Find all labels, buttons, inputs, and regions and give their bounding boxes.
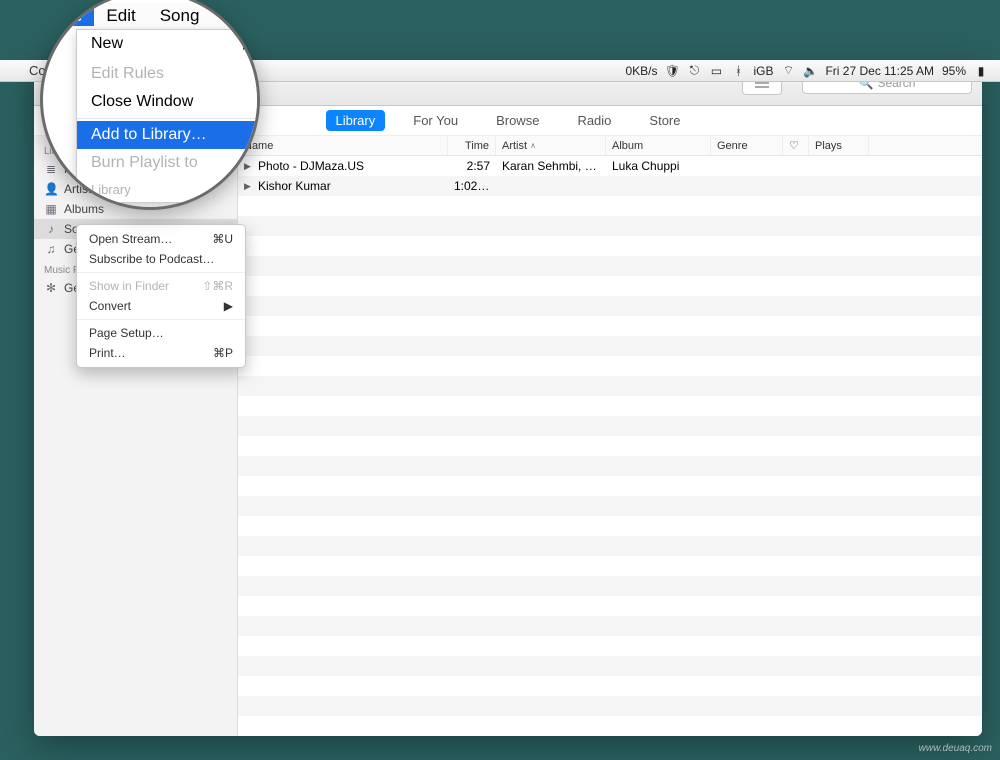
note-icon: ♪ xyxy=(44,222,58,236)
network-speed: 0KB/s xyxy=(625,64,657,78)
volume-icon[interactable]: 🔈 xyxy=(803,64,817,78)
mag-menu-song[interactable]: Song xyxy=(148,6,212,26)
battery-icon[interactable]: ▮ xyxy=(974,64,988,78)
tab-for-you[interactable]: For You xyxy=(403,110,468,131)
magnifier-overlay: File Edit Song New ▸ Edit Rules Close Win… xyxy=(40,0,260,210)
clock-text[interactable]: Fri 27 Dec 11:25 AM xyxy=(825,64,934,78)
col-genre[interactable]: Genre xyxy=(711,136,783,155)
col-name[interactable]: Name xyxy=(238,136,448,155)
cell-time: 1:02:33 xyxy=(448,179,496,193)
mag-menu-new[interactable]: New ▸ xyxy=(77,30,260,60)
grid-icon: ▦ xyxy=(44,202,58,216)
tab-store[interactable]: Store xyxy=(639,110,690,131)
battery-text[interactable]: 95% xyxy=(942,64,966,78)
mag-menu-edit[interactable]: Edit xyxy=(94,6,147,26)
mag-menu-file[interactable]: File xyxy=(43,6,94,26)
tab-browse[interactable]: Browse xyxy=(486,110,549,131)
mag-menu-add-to-library[interactable]: Add to Library… xyxy=(77,121,260,149)
col-album[interactable]: Album xyxy=(606,136,711,155)
menu-item-label: Show in Finder xyxy=(89,279,169,293)
menu-page-setup[interactable]: Page Setup… xyxy=(77,323,245,343)
menu-item-label: New xyxy=(91,35,123,55)
mag-menu-burn-playlist: Burn Playlist to xyxy=(77,149,260,177)
apple-menu-icon[interactable] xyxy=(2,60,20,82)
menu-item-label: Print… xyxy=(89,346,126,360)
sort-asc-icon: ∧ xyxy=(530,141,536,150)
col-heart[interactable]: ♡ xyxy=(783,136,809,155)
col-time[interactable]: Time xyxy=(448,136,496,155)
brand-text: iGB xyxy=(753,64,773,78)
menu-item-label: Open Stream… xyxy=(89,232,172,246)
col-artist[interactable]: Artist∧ xyxy=(496,136,606,155)
cell-album: Luka Chuppi xyxy=(606,159,711,173)
table-row[interactable]: ▶ Photo - DJMaza.US 2:57 Karan Sehmbi, G… xyxy=(238,156,982,176)
menu-separator xyxy=(77,319,245,320)
cell-name: Kishor Kumar xyxy=(252,179,448,193)
display-icon[interactable]: ▭ xyxy=(709,64,723,78)
submenu-arrow-icon: ▸ xyxy=(243,35,251,55)
mag-menu-edit-rules: Edit Rules xyxy=(77,60,260,88)
cell-time: 2:57 xyxy=(448,159,496,173)
menu-separator xyxy=(77,272,245,273)
col-plays[interactable]: Plays xyxy=(809,136,869,155)
bluetooth-icon[interactable]: ᚼ xyxy=(731,64,745,78)
usb-icon[interactable]: ⎋ xyxy=(687,63,701,78)
tab-radio[interactable]: Radio xyxy=(567,110,621,131)
table-header[interactable]: Name Time Artist∧ Album Genre ♡ Plays xyxy=(238,136,982,156)
mag-menu-close-window[interactable]: Close Window xyxy=(77,88,260,116)
file-menu-lower[interactable]: Open Stream… ⌘U Subscribe to Podcast… Sho… xyxy=(76,224,246,368)
content-area: Name Time Artist∧ Album Genre ♡ Plays ▶ … xyxy=(238,136,982,736)
menu-convert[interactable]: Convert ▶ xyxy=(77,296,245,316)
menu-print[interactable]: Print… ⌘P xyxy=(77,343,245,363)
menu-show-in-finder: Show in Finder ⇧⌘R xyxy=(77,276,245,296)
col-artist-label: Artist xyxy=(502,140,527,152)
menu-separator xyxy=(77,118,260,119)
menu-item-label: Convert xyxy=(89,299,131,313)
menu-subscribe-podcast[interactable]: Subscribe to Podcast… xyxy=(77,249,245,269)
cell-name: Photo - DJMaza.US xyxy=(252,159,448,173)
menu-shortcut: ⌘U xyxy=(212,232,233,246)
wifi-icon[interactable]: ⌔ xyxy=(781,63,795,78)
mag-menubar: File Edit Song xyxy=(43,3,257,29)
watermark-text: www.deuaq.com xyxy=(919,743,992,754)
mic-icon: 👤 xyxy=(44,182,58,196)
guitar-icon: ♫ xyxy=(44,242,58,256)
mag-fragment-library: Library xyxy=(77,177,260,202)
song-rows: ▶ Photo - DJMaza.US 2:57 Karan Sehmbi, G… xyxy=(238,156,982,736)
menu-open-stream[interactable]: Open Stream… ⌘U xyxy=(77,229,245,249)
menu-shortcut: ⌘P xyxy=(213,346,233,360)
cell-artist: Karan Sehmbi, Gol… xyxy=(496,159,606,173)
shield-icon[interactable]: 🛡 xyxy=(665,64,679,78)
sidebar-item-label: Albums xyxy=(64,202,104,216)
menu-item-label: Page Setup… xyxy=(89,326,164,340)
tab-library[interactable]: Library xyxy=(326,110,386,131)
genius-icon: ✻ xyxy=(44,281,58,295)
submenu-arrow-icon: ▶ xyxy=(224,299,233,313)
mag-file-menu: New ▸ Edit Rules Close Window Add to Libr… xyxy=(76,29,260,203)
menu-shortcut: ⇧⌘R xyxy=(202,279,233,293)
menu-item-label: Subscribe to Podcast… xyxy=(89,252,214,266)
clock-icon: ≣ xyxy=(44,162,58,176)
table-row[interactable]: ▶ Kishor Kumar 1:02:33 xyxy=(238,176,982,196)
